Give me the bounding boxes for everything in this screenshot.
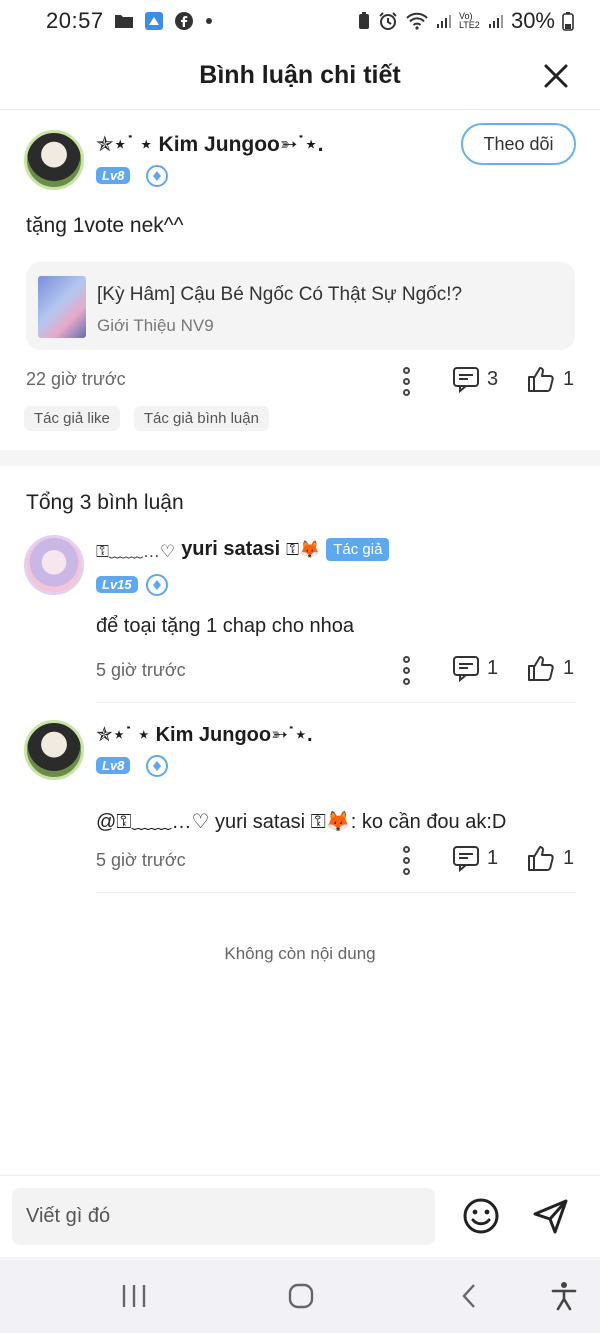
home-icon — [288, 1283, 314, 1309]
like-button[interactable]: 1 — [526, 653, 574, 683]
emoji-button[interactable] — [461, 1196, 501, 1236]
reply-count: 1 — [487, 846, 499, 869]
novel-subtitle: Giới Thiệu NV9 — [97, 316, 214, 335]
like-button[interactable]: 1 — [526, 843, 574, 873]
wifi-icon — [405, 12, 429, 30]
battery-percent: 30% — [510, 8, 555, 33]
close-icon — [544, 64, 568, 88]
thumbs-up-icon — [528, 656, 554, 681]
novel-card[interactable]: [Kỳ Hâm] Cậu Bé Ngốc Có Thật Sự Ngốc!? G… — [26, 262, 575, 350]
like-count: 1 — [563, 656, 575, 679]
no-more-content: Không còn nội dung — [224, 944, 376, 963]
reply-count: 1 — [487, 656, 499, 679]
username-decor-suffix: ⚿🦊 — [286, 539, 321, 559]
novel-title: [Kỳ Hâm] Cậu Bé Ngốc Có Thật Sự Ngốc!? — [97, 284, 463, 305]
post-tags: Tác giả like Tác giả bình luận — [24, 406, 269, 431]
app-notification-icon — [144, 11, 164, 31]
network-label: Vo) LTE2 — [458, 11, 480, 30]
comment-icon — [453, 367, 479, 393]
more-options-button[interactable] — [396, 366, 416, 396]
home-button[interactable] — [284, 1279, 318, 1313]
status-bar: 20:57 Vo) LTE2 30% — [0, 0, 600, 42]
username-decor-prefix: ⚿﹏﹏…♡ — [96, 542, 176, 561]
comment-username[interactable]: ✯⋆˙ ⋆ Kim Jungoo➳˙⋆. — [96, 722, 313, 747]
novel-cover-image — [38, 276, 86, 338]
back-icon — [462, 1284, 475, 1308]
post-username[interactable]: ✯⋆˙ ⋆ Kim Jungoo➳˙⋆. — [96, 132, 323, 157]
reply-button[interactable]: 1 — [452, 654, 498, 682]
system-nav-bar — [0, 1257, 600, 1333]
comment-icon — [453, 846, 479, 872]
comment-input[interactable] — [12, 1188, 435, 1245]
comment-avatar[interactable] — [24, 720, 84, 780]
signal-icon — [436, 13, 452, 29]
recent-apps-icon — [122, 1285, 146, 1307]
post-content: tặng 1vote nek^^ — [26, 214, 184, 237]
comment-count-button[interactable]: 3 — [452, 365, 498, 393]
thumbs-up-icon — [528, 846, 554, 871]
header: Bình luận chi tiết — [0, 42, 600, 110]
comment-avatar[interactable] — [24, 535, 84, 595]
comment-text: để toại tặng 1 chap cho nhoa — [96, 615, 354, 637]
back-button[interactable] — [452, 1279, 486, 1313]
more-dot-icon — [204, 16, 214, 26]
gem-icon — [146, 574, 168, 596]
signal-2-icon — [488, 13, 504, 29]
tag-author-like: Tác giả like — [24, 406, 120, 431]
alarm-icon — [378, 11, 398, 31]
comment-username: yuri satasi — [181, 538, 281, 560]
comment-count: 3 — [487, 367, 499, 390]
battery-icon — [562, 11, 574, 31]
comments-total: Tổng 3 bình luận — [26, 491, 184, 514]
like-count: 1 — [563, 367, 575, 390]
gem-icon — [146, 165, 168, 187]
accessibility-button[interactable] — [547, 1279, 581, 1313]
post-time: 22 giờ trước — [26, 369, 126, 389]
folder-icon — [114, 13, 134, 29]
comment-time: 5 giờ trước — [96, 850, 186, 870]
post-avatar[interactable] — [24, 130, 84, 190]
more-options-button[interactable] — [396, 655, 416, 685]
level-badge: Lv8 — [96, 757, 131, 774]
author-badge: Tác giả — [326, 538, 390, 561]
reply-button[interactable]: 1 — [452, 844, 498, 872]
like-count: 1 — [563, 846, 575, 869]
gem-icon — [146, 755, 168, 777]
comment-icon — [453, 656, 479, 682]
level-badge: Lv15 — [96, 576, 138, 593]
page-title: Bình luận chi tiết — [199, 61, 401, 89]
level-badge: Lv8 — [96, 167, 131, 184]
post: ✯⋆˙ ⋆ Kim Jungoo➳˙⋆. Lv8 Theo dõi tặng 1… — [0, 110, 600, 450]
send-button[interactable] — [531, 1196, 571, 1236]
accessibility-icon — [551, 1282, 577, 1311]
facebook-icon — [174, 11, 194, 31]
recent-apps-button[interactable] — [117, 1279, 151, 1313]
more-options-button[interactable] — [396, 845, 416, 875]
comment-text: @⚿﹏﹏…♡ yuri satasi ⚿🦊: ko cần đou ak:D — [96, 811, 507, 833]
comment-divider — [96, 892, 576, 893]
comment-input-bar — [0, 1175, 600, 1257]
like-button[interactable]: 1 — [526, 364, 574, 394]
status-left: 20:57 — [46, 8, 214, 34]
status-time: 20:57 — [46, 8, 104, 33]
battery-saver-icon — [357, 12, 371, 30]
comment-divider — [96, 702, 576, 703]
comment-time: 5 giờ trước — [96, 660, 186, 680]
section-divider — [0, 450, 600, 466]
thumbs-up-icon — [528, 367, 554, 392]
send-icon — [533, 1199, 568, 1234]
emoji-icon — [463, 1198, 499, 1234]
close-button[interactable] — [540, 60, 572, 92]
tag-author-comment: Tác giả bình luận — [133, 406, 269, 431]
comment-username-row[interactable]: ⚿﹏﹏…♡ yuri satasi ⚿🦊 Tác giả — [96, 537, 390, 562]
status-right: Vo) LTE2 30% — [357, 8, 574, 34]
follow-button[interactable]: Theo dõi — [461, 123, 576, 165]
